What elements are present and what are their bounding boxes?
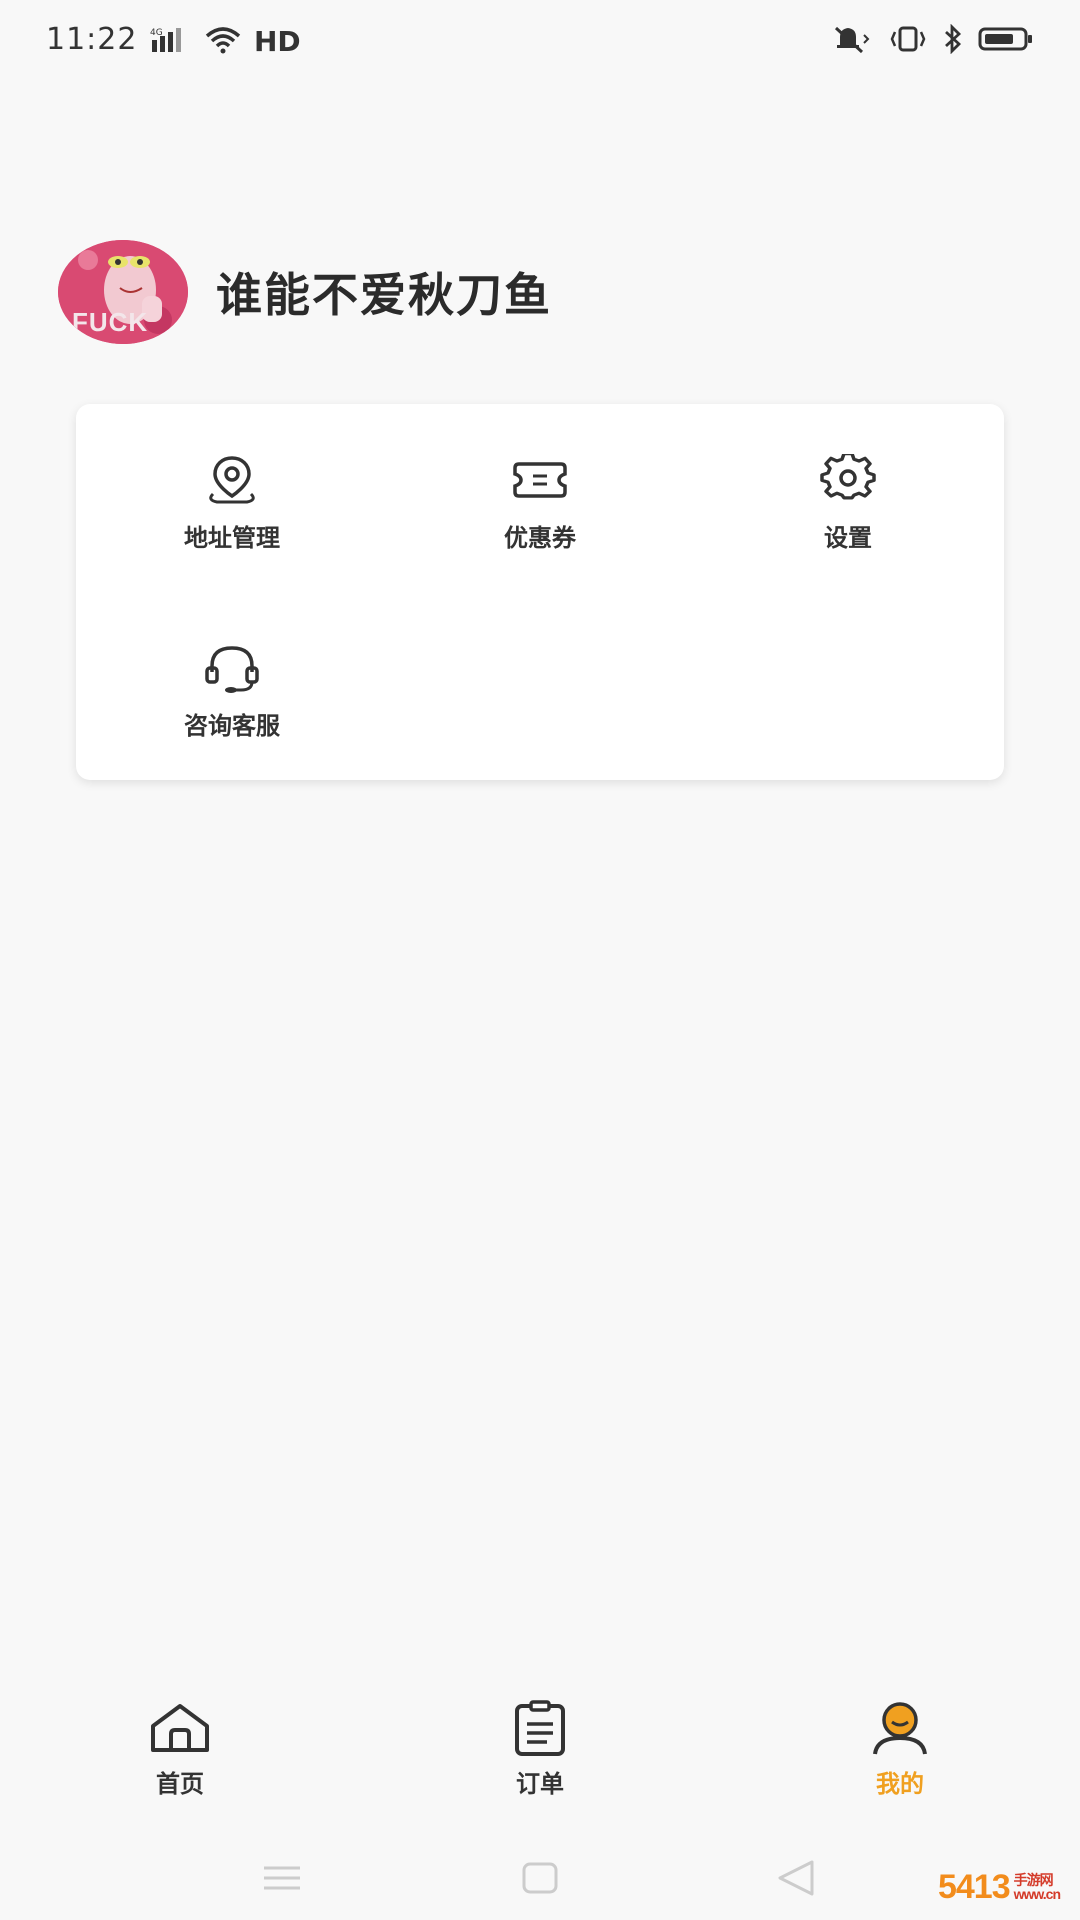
tab-mine[interactable]: 我的 [820,1700,980,1810]
watermark-domain: www.cn [1013,1886,1061,1902]
user-icon [867,1700,933,1760]
signal-icon: 4G [150,26,194,58]
profile-page: 11:22 4G HD FUCK 谁能不爱秋刀鱼 地址管理 优惠券 设置 咨询客… [0,0,1080,1920]
tab-orders[interactable]: 订单 [460,1700,620,1810]
headset-icon [203,642,261,698]
home-square-icon[interactable] [520,1858,560,1902]
menu-label-settings: 设置 [824,524,872,552]
menu-label-coupon: 优惠券 [504,524,576,552]
status-time: 11:22 [46,22,138,57]
hd-indicator: HD [254,25,301,58]
menu-item-customer-service[interactable]: 咨询客服 [132,642,332,772]
status-left-icons: 4G HD [150,25,301,58]
watermark-sub: 手游网 www.cn [1013,1873,1061,1902]
clipboard-icon [507,1700,573,1760]
menu-lines-icon[interactable] [262,1858,302,1902]
tab-label-home: 首页 [156,1770,204,1798]
watermark-logo: 5413 手游网 www.cn [924,1860,1074,1914]
home-icon [147,1700,213,1760]
battery-icon [978,24,1034,58]
username: 谁能不爱秋刀鱼 [216,268,552,322]
system-navigation-bar [0,1840,1080,1920]
bluetooth-icon [942,23,964,58]
function-menu-card: 地址管理 优惠券 设置 咨询客服 [76,404,1004,780]
menu-item-coupon[interactable]: 优惠券 [440,454,640,584]
menu-label-customer-service: 咨询客服 [184,712,280,740]
gear-icon [819,452,877,510]
location-pin-icon [203,454,261,510]
avatar[interactable]: FUCK [58,240,188,344]
status-bar: 11:22 4G HD [0,0,1080,90]
coupon-ticket-icon [511,454,569,510]
mute-icon [832,24,874,58]
menu-label-address: 地址管理 [184,524,280,552]
wifi-icon [204,26,242,58]
avatar-text: FUCK [72,307,149,337]
profile-header: FUCK 谁能不爱秋刀鱼 [58,240,552,344]
tab-label-orders: 订单 [516,1770,564,1798]
vibrate-icon [888,24,928,58]
watermark-main: 5413 [937,1867,1011,1906]
back-triangle-icon[interactable] [774,1858,818,1902]
bottom-tab-bar: 首页 订单 我的 [0,1700,1080,1810]
menu-item-address[interactable]: 地址管理 [132,454,332,584]
tab-home[interactable]: 首页 [100,1700,260,1810]
tab-label-mine: 我的 [876,1770,924,1798]
status-right-icons [832,23,1034,58]
menu-item-settings[interactable]: 设置 [748,452,948,584]
